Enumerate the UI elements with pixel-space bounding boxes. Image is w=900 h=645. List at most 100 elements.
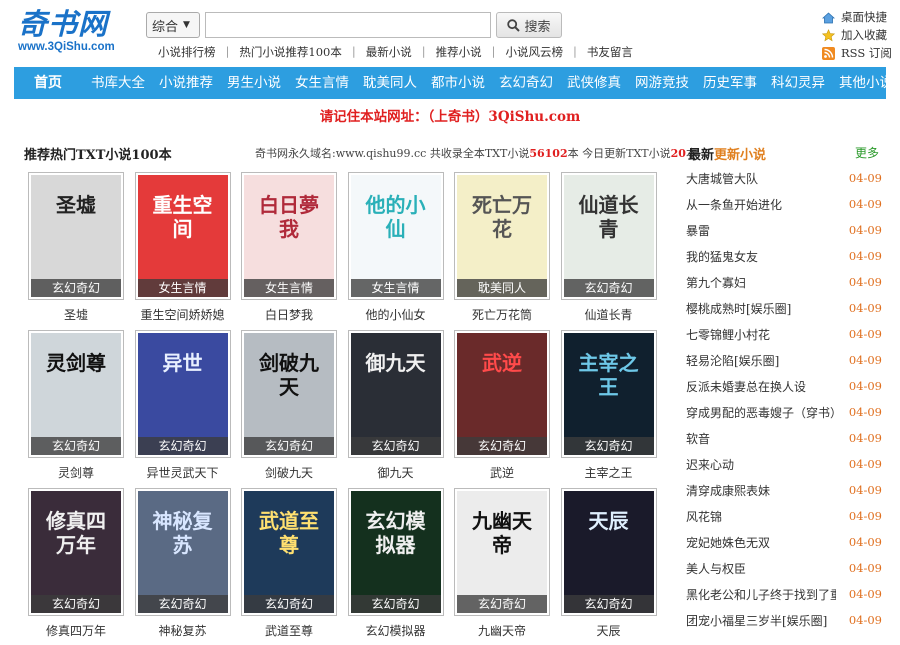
book-title-link[interactable]: 主宰之王	[561, 464, 657, 481]
search-category-select[interactable]: 综合 ▼	[146, 12, 200, 38]
latest-item-title[interactable]: 软音	[686, 430, 710, 447]
latest-item[interactable]: 风花锦 04-09	[686, 503, 882, 529]
book-title-link[interactable]: 神秘复苏	[135, 622, 231, 639]
nav-other[interactable]: 其他小说	[832, 67, 900, 99]
book-item[interactable]: 白日夢我 女生言情白日梦我	[231, 172, 337, 324]
nav-game[interactable]: 网游竞技	[628, 67, 696, 99]
book-cover[interactable]: 神秘复苏 玄幻奇幻	[134, 488, 231, 616]
book-item[interactable]: 主宰之王 玄幻奇幻 主宰之王	[551, 330, 657, 482]
latest-item-title[interactable]: 轻易沦陷[娱乐圈]	[686, 352, 779, 369]
book-title-link[interactable]: 异世灵武天下	[135, 464, 231, 481]
book-item[interactable]: 武道至尊 玄幻奇幻武道至尊	[231, 488, 337, 640]
book-title-link[interactable]: 九幽天帝	[454, 622, 550, 639]
book-cover[interactable]: 异世 玄幻奇幻	[134, 330, 231, 458]
book-cover[interactable]: 重生空间 女生言情	[134, 172, 231, 300]
book-item[interactable]: 剑破九天 玄幻奇幻剑破九天	[231, 330, 337, 482]
book-cover[interactable]: 白日夢我 女生言情	[241, 172, 337, 300]
latest-item-title[interactable]: 大唐城管大队	[686, 170, 758, 187]
latest-item-title[interactable]: 我的猛鬼女友	[686, 248, 758, 265]
desktop-shortcut-link[interactable]: 桌面快捷	[822, 8, 892, 26]
nav-fantasy[interactable]: 玄幻奇幻	[492, 67, 560, 99]
latest-item-title[interactable]: 风花锦	[686, 508, 722, 525]
book-cover[interactable]: 九幽天帝 玄幻奇幻	[454, 488, 550, 616]
book-title-link[interactable]: 白日梦我	[241, 306, 337, 323]
book-item[interactable]: 武逆 玄幻奇幻 武逆	[444, 330, 550, 482]
book-item[interactable]: 玄幻模拟器 玄幻奇幻玄幻模拟器	[338, 488, 444, 640]
quicklink-chart[interactable]: 小说风云榜	[495, 44, 573, 60]
book-item[interactable]: 仙道长青 玄幻奇幻 仙道长青	[551, 172, 657, 324]
book-item[interactable]: 天辰 玄幻奇幻 天辰	[551, 488, 657, 640]
book-cover[interactable]: 天辰 玄幻奇幻	[560, 488, 657, 616]
book-item[interactable]: 修真四万年 玄幻奇幻修真四万年	[18, 488, 124, 640]
book-title-link[interactable]: 剑破九天	[241, 464, 337, 481]
latest-item[interactable]: 迟来心动 04-09	[686, 451, 882, 477]
search-button[interactable]: 搜索	[496, 12, 562, 38]
book-cover[interactable]: 武道至尊 玄幻奇幻	[241, 488, 337, 616]
book-title-link[interactable]: 御九天	[348, 464, 444, 481]
latest-item[interactable]: 第九个寡妇 04-09	[686, 269, 882, 295]
latest-item[interactable]: 七零锦鲤小村花 04-09	[686, 321, 882, 347]
latest-item[interactable]: 反派未婚妻总在换人设 04-09	[686, 373, 882, 399]
search-input[interactable]	[205, 12, 491, 38]
book-item[interactable]: 九幽天帝 玄幻奇幻九幽天帝	[444, 488, 550, 640]
book-title-link[interactable]: 圣墟	[28, 306, 124, 323]
latest-item[interactable]: 团宠小福星三岁半[娱乐圈] 04-09	[686, 607, 882, 633]
latest-item[interactable]: 暴雷 04-09	[686, 217, 882, 243]
book-item[interactable]: 重生空间 女生言情重生空间娇娇媳	[125, 172, 231, 324]
nav-home[interactable]: 首页	[14, 67, 84, 99]
nav-danmei[interactable]: 耽美同人	[356, 67, 424, 99]
book-title-link[interactable]: 他的小仙女	[348, 306, 444, 323]
book-cover[interactable]: 武逆 玄幻奇幻	[454, 330, 550, 458]
latest-item-title[interactable]: 反派未婚妻总在换人设	[686, 378, 806, 395]
latest-item-title[interactable]: 团宠小福星三岁半[娱乐圈]	[686, 612, 827, 629]
book-item[interactable]: 御九天 玄幻奇幻御九天	[338, 330, 444, 482]
quicklink-rank[interactable]: 小说排行榜	[148, 44, 226, 60]
latest-item-title[interactable]: 从一条鱼开始进化	[686, 196, 782, 213]
site-logo[interactable]: 奇书网 www.3QiShu.com	[18, 8, 130, 60]
book-title-link[interactable]: 武道至尊	[241, 622, 337, 639]
book-item[interactable]: 死亡万花 耽美同人 死亡万花筒	[444, 172, 550, 324]
latest-item[interactable]: 穿成男配的恶毒嫂子（穿书） 04-09	[686, 399, 882, 425]
book-item[interactable]: 圣墟 玄幻奇幻 圣墟	[18, 172, 124, 324]
add-favorite-link[interactable]: 加入收藏	[822, 26, 892, 44]
latest-item-title[interactable]: 美人与权臣	[686, 560, 746, 577]
nav-urban[interactable]: 都市小说	[424, 67, 492, 99]
latest-item-title[interactable]: 第九个寡妇	[686, 274, 746, 291]
latest-item[interactable]: 轻易沦陷[娱乐圈] 04-09	[686, 347, 882, 373]
book-cover[interactable]: 修真四万年 玄幻奇幻	[28, 488, 124, 616]
book-title-link[interactable]: 修真四万年	[28, 622, 124, 639]
nav-library[interactable]: 书库大全	[84, 67, 152, 99]
rss-subscribe-link[interactable]: RSS 订阅	[822, 44, 892, 62]
nav-recommend[interactable]: 小说推荐	[152, 67, 220, 99]
latest-item[interactable]: 黑化老公和儿子终于找到了重 04-09	[686, 581, 882, 607]
latest-item[interactable]: 我的猛鬼女友 04-09	[686, 243, 882, 269]
latest-item[interactable]: 软音 04-09	[686, 425, 882, 451]
latest-item-title[interactable]: 七零锦鲤小村花	[686, 326, 770, 343]
book-cover[interactable]: 御九天 玄幻奇幻	[347, 330, 444, 458]
book-title-link[interactable]: 重生空间娇娇媳	[135, 306, 231, 323]
latest-item-title[interactable]: 宠妃她姝色无双	[686, 534, 770, 551]
quicklink-hot100[interactable]: 热门小说推荐100本	[229, 44, 351, 60]
book-item[interactable]: 神秘复苏 玄幻奇幻神秘复苏	[125, 488, 231, 640]
latest-item[interactable]: 大唐城管大队 04-09	[686, 165, 882, 191]
nav-female-romance[interactable]: 女生言情	[288, 67, 356, 99]
book-cover[interactable]: 玄幻模拟器 玄幻奇幻	[347, 488, 444, 616]
book-title-link[interactable]: 天辰	[561, 622, 657, 639]
book-cover[interactable]: 圣墟 玄幻奇幻	[28, 172, 124, 300]
latest-item-title[interactable]: 迟来心动	[686, 456, 734, 473]
book-title-link[interactable]: 玄幻模拟器	[348, 622, 444, 639]
book-title-link[interactable]: 死亡万花筒	[454, 306, 550, 323]
latest-item-title[interactable]: 穿成男配的恶毒嫂子（穿书）	[686, 404, 836, 421]
book-title-link[interactable]: 仙道长青	[561, 306, 657, 323]
latest-item-title[interactable]: 樱桃成熟时[娱乐圈]	[686, 300, 791, 317]
latest-more-link[interactable]: 更多	[855, 144, 879, 161]
book-cover[interactable]: 灵剑尊 玄幻奇幻	[28, 330, 124, 458]
latest-item-title[interactable]: 黑化老公和儿子终于找到了重	[686, 586, 836, 603]
book-item[interactable]: 灵剑尊 玄幻奇幻 灵剑尊	[18, 330, 124, 482]
nav-scifi[interactable]: 科幻灵异	[764, 67, 832, 99]
quicklink-newest[interactable]: 最新小说	[356, 44, 422, 60]
latest-item[interactable]: 清穿成康熙表妹 04-09	[686, 477, 882, 503]
book-cover[interactable]: 剑破九天 玄幻奇幻	[241, 330, 337, 458]
latest-item-title[interactable]: 暴雷	[686, 222, 710, 239]
book-title-link[interactable]: 武逆	[454, 464, 550, 481]
